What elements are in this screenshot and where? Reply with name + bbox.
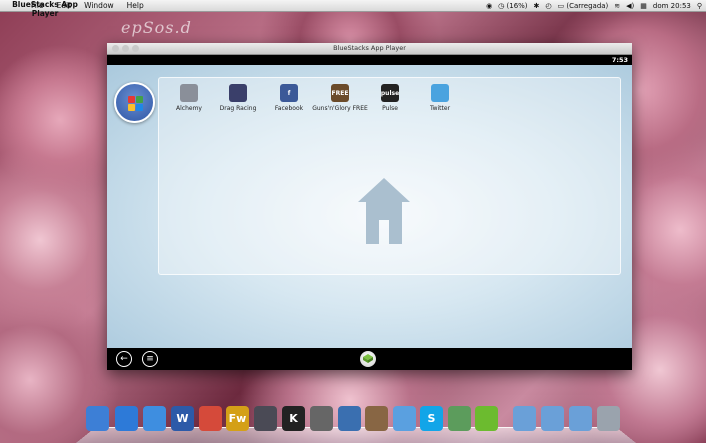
trash-icon[interactable] [597, 406, 620, 431]
wifi-icon[interactable]: ≋ [614, 2, 620, 10]
pulse-icon: pulse [381, 84, 399, 102]
k-app-icon[interactable]: K [282, 406, 305, 431]
app-row: Alchemy Drag Racing f Facebook FREE Guns'n'Gl… [159, 82, 620, 122]
close-button[interactable] [112, 45, 119, 52]
messages-icon[interactable] [393, 406, 416, 431]
drag-racing-icon [229, 84, 247, 102]
app-label: Twitter [429, 105, 451, 112]
finder-icon[interactable] [86, 406, 109, 431]
documents-folder-icon[interactable] [541, 406, 564, 431]
webcam-icon[interactable] [254, 406, 277, 431]
skype-icon[interactable]: S [420, 406, 443, 431]
menu-lines-icon[interactable]: ≡ [142, 351, 158, 367]
timemachine-icon[interactable]: ◴ [545, 2, 551, 10]
launcher-grid-icon [127, 95, 143, 111]
menu-help[interactable]: Help [127, 1, 144, 10]
fireworks-icon[interactable]: Fw [226, 406, 249, 431]
window-titlebar[interactable]: BlueStacks App Player [107, 43, 632, 55]
spotlight-icon[interactable]: ⚲ [697, 2, 702, 10]
menu-clock[interactable]: dom 20:53 [653, 2, 691, 10]
battery-status[interactable]: ▭ (Carregada) [558, 2, 609, 10]
back-arrow-icon[interactable]: ← [116, 351, 132, 367]
bluetooth-icon[interactable]: ✱ [534, 2, 540, 10]
flag-icon[interactable]: ▦ [640, 2, 647, 10]
volume-status[interactable]: ◷ (16%) [498, 2, 527, 10]
battery-icon: ▭ [557, 1, 565, 10]
word-icon[interactable]: W [171, 406, 194, 431]
menu-status-area: ◉ ◷ (16%) ✱ ◴ ▭ (Carregada) ≋ ◀) ▦ dom 2… [486, 0, 702, 11]
window-title: BlueStacks App Player [333, 44, 406, 52]
menu-window[interactable]: Window [84, 1, 114, 10]
iphoto-icon[interactable] [365, 406, 388, 431]
android-clock: 7:53 [611, 56, 628, 64]
android-home-screen: Alchemy Drag Racing f Facebook FREE Guns'n'Gl… [107, 65, 632, 348]
app-twitter[interactable]: Twitter [405, 82, 475, 112]
downloads-folder-icon[interactable] [569, 406, 592, 431]
home-icon [358, 178, 410, 244]
contacts-icon[interactable] [448, 406, 471, 431]
speaker-icon[interactable]: ◀) [626, 2, 634, 10]
skype-status-icon[interactable]: ◉ [486, 2, 492, 10]
android-status-bar: 7:53 [107, 55, 632, 65]
xcode-icon[interactable] [338, 406, 361, 431]
app-store-icon[interactable] [143, 406, 166, 431]
facebook-icon: f [280, 84, 298, 102]
applications-folder-icon[interactable] [513, 406, 536, 431]
menu-bar: BlueStacks App Player File Edit Window H… [0, 0, 706, 18]
bluestacks-icon[interactable] [475, 406, 498, 431]
itunes-icon[interactable] [115, 406, 138, 431]
app-launcher-button[interactable] [114, 82, 155, 123]
bluestacks-logo-icon[interactable] [360, 351, 376, 367]
clock-icon: ◷ [498, 1, 505, 10]
alchemy-icon [180, 84, 198, 102]
android-nav-bar: ← ≡ [107, 348, 632, 370]
menu-app-name[interactable]: BlueStacks App Player [10, 0, 80, 18]
home-panel: Alchemy Drag Racing f Facebook FREE Guns'n'Gl… [158, 77, 621, 275]
chrome-icon[interactable] [199, 406, 222, 431]
watermark: epSos.d [121, 18, 192, 37]
zoom-button[interactable] [132, 45, 139, 52]
bluestacks-window: BlueStacks App Player 7:53 Alchemy Drag R… [107, 43, 632, 370]
dock: W Fw K S [75, 404, 637, 443]
phone-icon[interactable] [310, 406, 333, 431]
minimize-button[interactable] [122, 45, 129, 52]
guns-n-glory-icon: FREE [331, 84, 349, 102]
twitter-icon [431, 84, 449, 102]
